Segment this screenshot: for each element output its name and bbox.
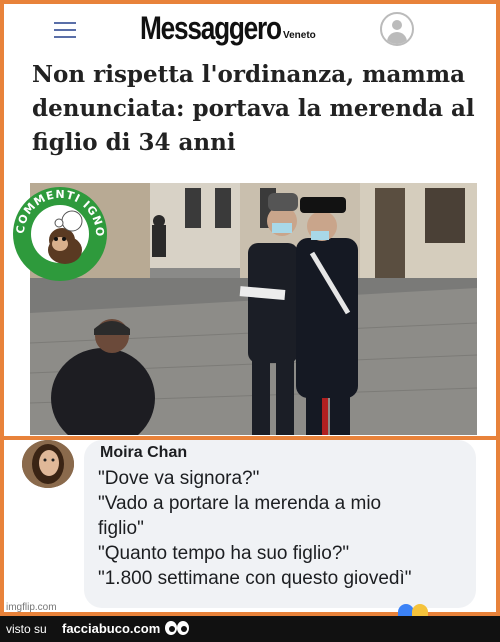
comment-author[interactable]: Moira Chan (100, 444, 187, 462)
commenti-ignoranti-badge: COMMENTI IGNORANTI (5, 172, 110, 282)
comment-line: "Vado a portare la merenda a mio (98, 493, 382, 514)
site-logo-sub: Veneto (283, 30, 316, 41)
footer-bar: visto su facciabuco.com (0, 616, 500, 642)
comment-line: "Dove va signora?" (98, 468, 260, 489)
haha-reaction-icon[interactable] (412, 604, 428, 616)
comment-text: "Dove va signora?" "Vado a portare la me… (98, 466, 474, 591)
user-profile-icon[interactable] (380, 12, 414, 46)
avatar[interactable] (22, 440, 74, 488)
footer-site-link[interactable]: facciabuco.com (62, 621, 160, 636)
comment-line: figlio" (98, 518, 144, 539)
comment-line: "1.800 settimane con questo giovedì" (98, 568, 412, 589)
comment-line: "Quanto tempo ha suo figlio?" (98, 543, 350, 564)
footer-prefix: visto su (6, 622, 47, 636)
imgflip-watermark: imgflip.com (6, 602, 57, 613)
hamburger-menu-icon[interactable] (54, 22, 76, 38)
article-headline[interactable]: Non rispetta l'ordinanza, mamma denuncia… (32, 58, 482, 160)
site-logo[interactable]: Messaggero (140, 10, 282, 47)
eyes-icon (165, 621, 189, 635)
